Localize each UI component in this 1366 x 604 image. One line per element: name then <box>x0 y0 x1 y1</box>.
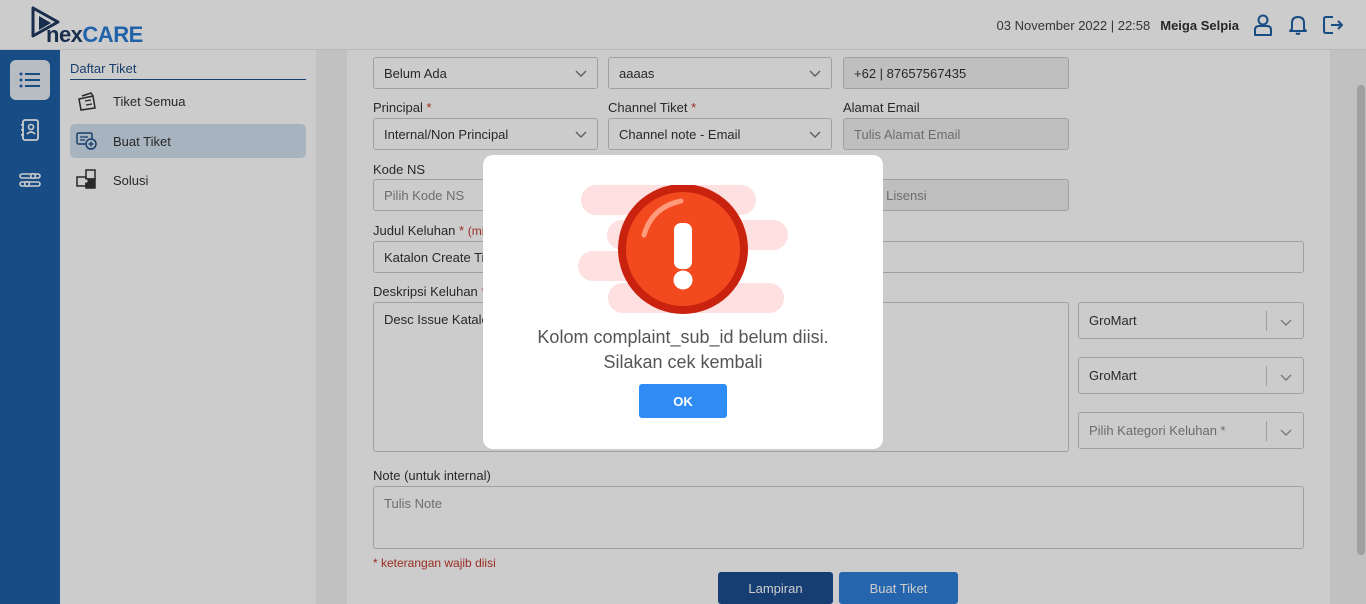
error-exclamation-icon <box>578 185 788 314</box>
modal-message-line2: Silakan cek kembali <box>603 352 763 372</box>
modal-message-line1: Kolom complaint_sub_id belum diisi. <box>537 327 829 347</box>
modal-ok-button[interactable]: OK <box>639 384 727 418</box>
error-modal: Kolom complaint_sub_id belum diisi. Sila… <box>483 155 883 449</box>
modal-message: Kolom complaint_sub_id belum diisi. Sila… <box>483 325 883 375</box>
